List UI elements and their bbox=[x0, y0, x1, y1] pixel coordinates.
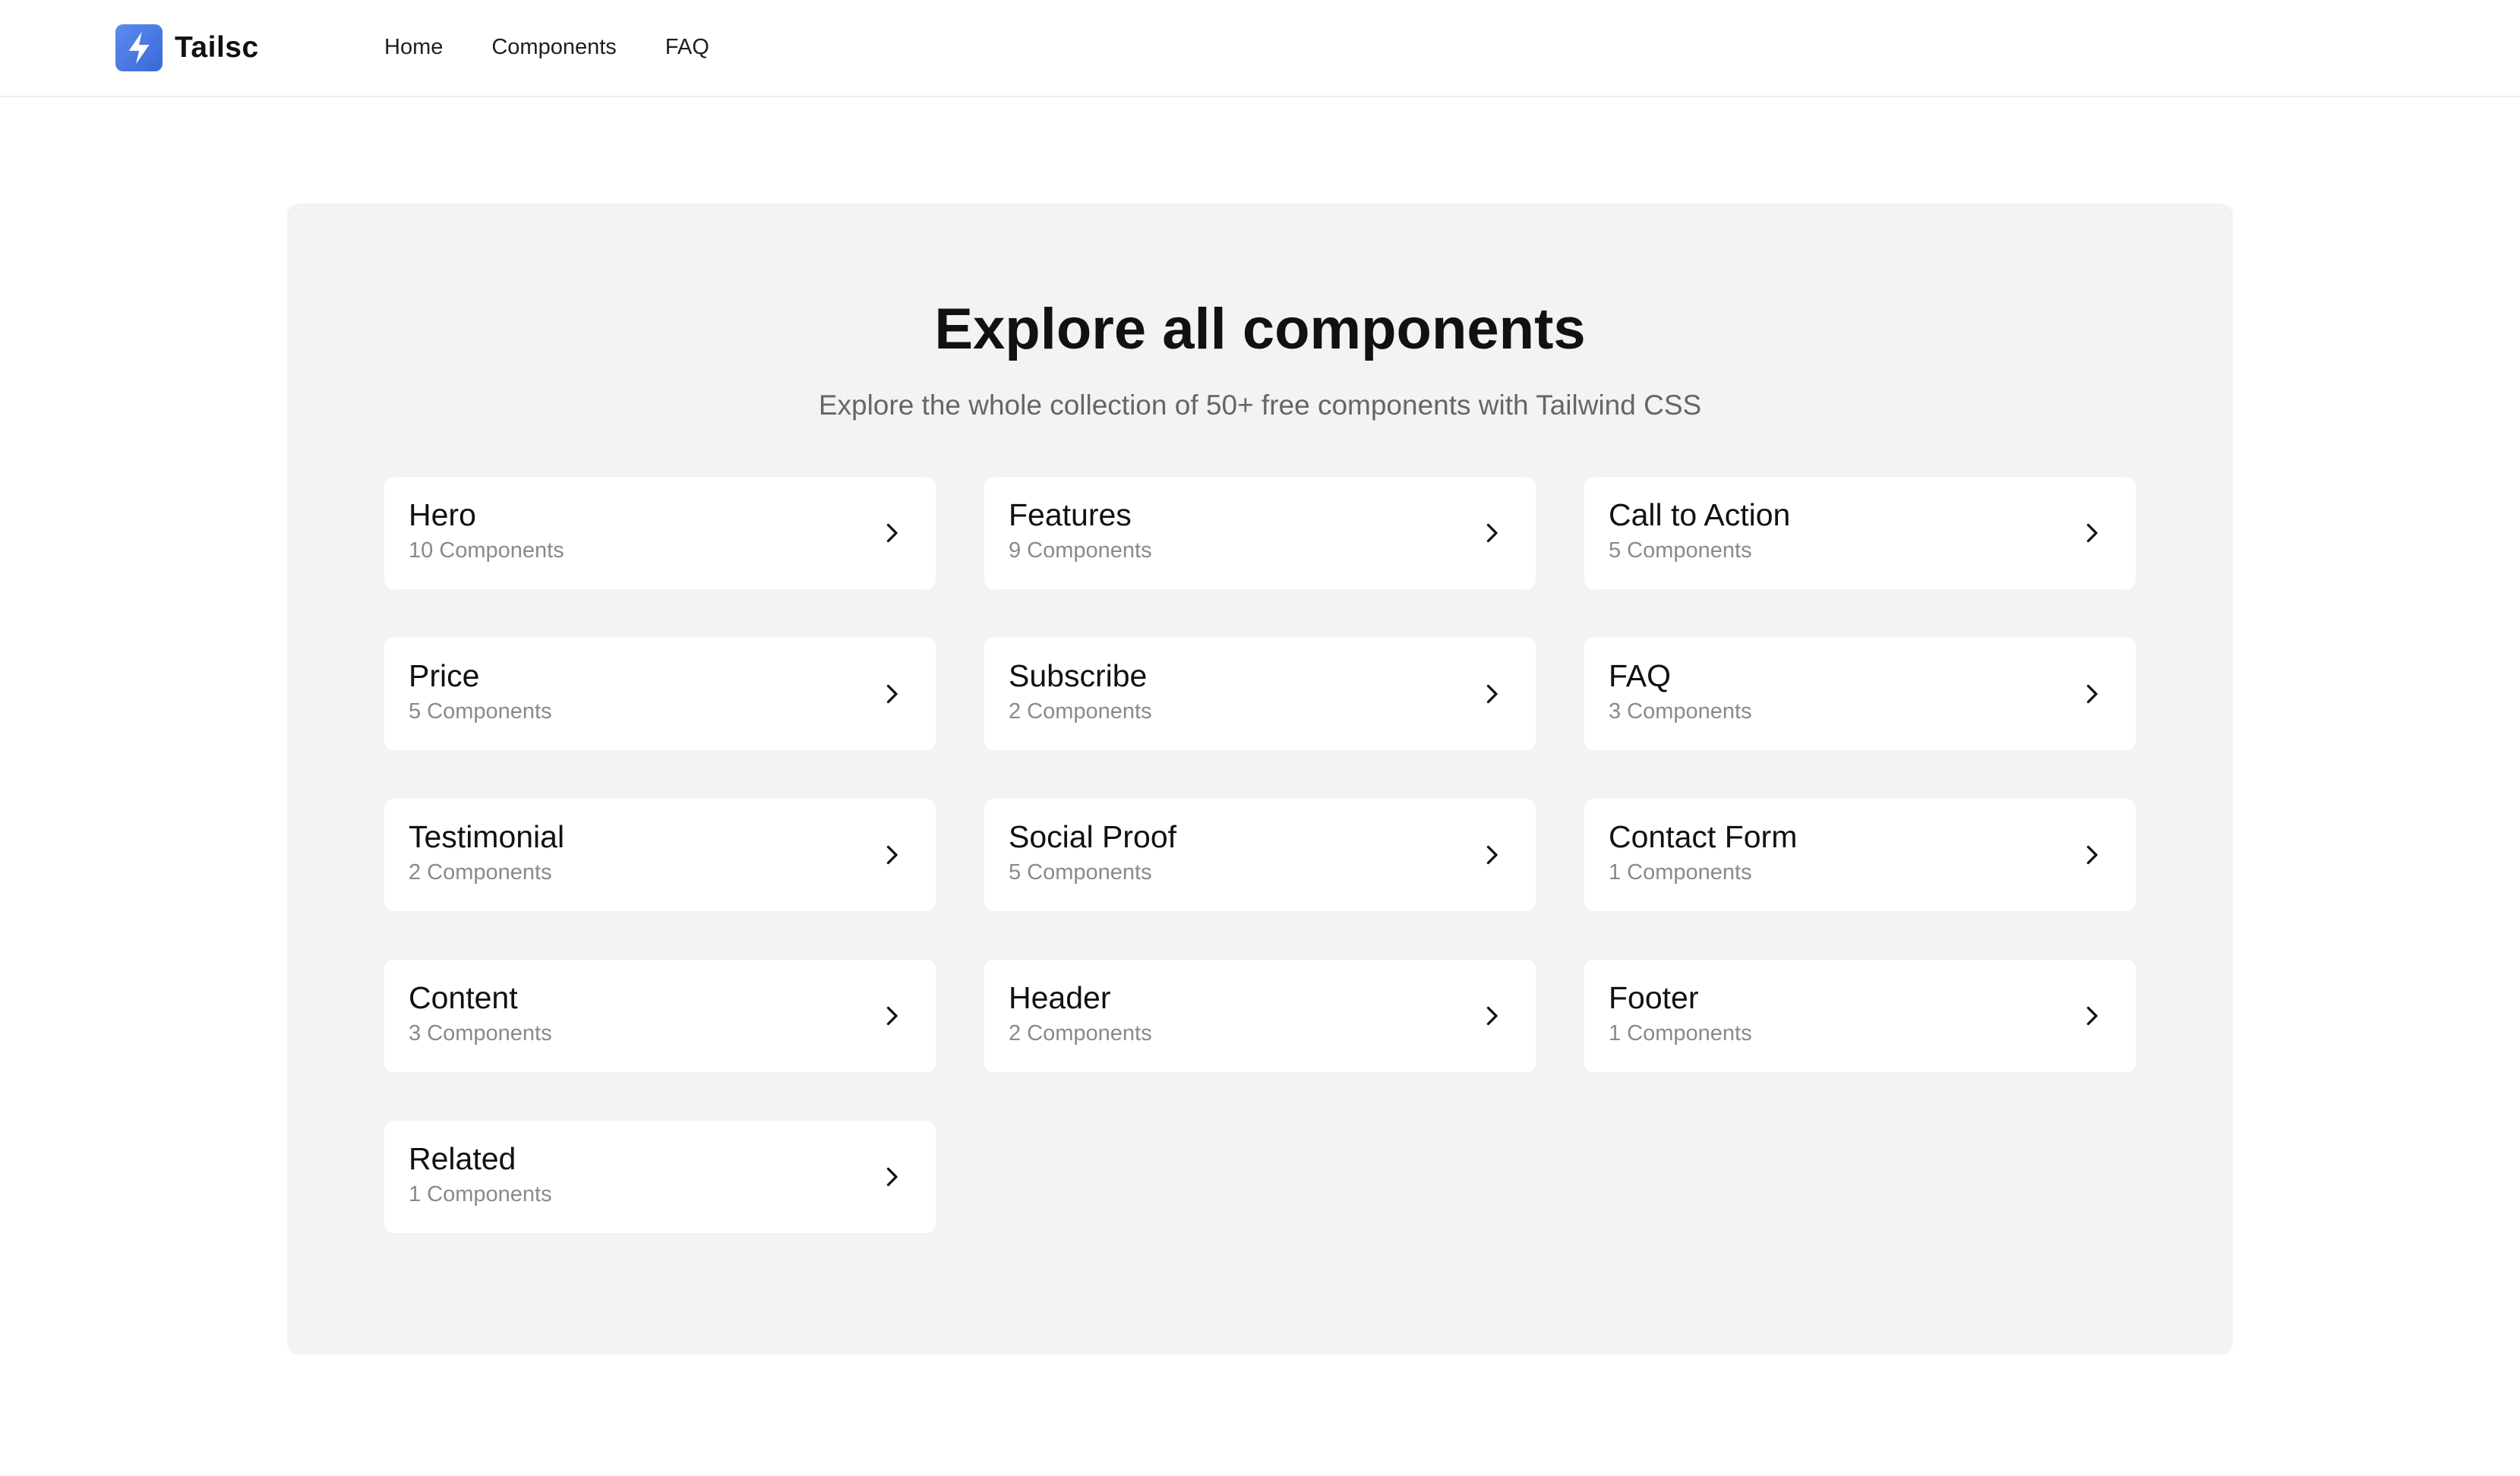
chevron-right-icon bbox=[1478, 841, 1505, 869]
category-title: Header bbox=[1009, 980, 1111, 1015]
chevron-right-icon bbox=[2078, 519, 2105, 547]
category-title: Related bbox=[409, 1141, 516, 1176]
category-title: Features bbox=[1009, 497, 1132, 532]
category-card-content[interactable]: Content 3 Components bbox=[384, 960, 936, 1072]
category-card-social-proof[interactable]: Social Proof 5 Components bbox=[984, 799, 1536, 911]
category-count: 3 Components bbox=[409, 1021, 552, 1046]
chevron-right-icon bbox=[2078, 680, 2105, 708]
chevron-right-icon bbox=[878, 680, 905, 708]
chevron-right-icon bbox=[1478, 680, 1505, 708]
category-count: 9 Components bbox=[1009, 538, 1152, 563]
category-count: 5 Components bbox=[409, 699, 552, 724]
category-count: 5 Components bbox=[1609, 538, 1752, 563]
category-grid: Hero 10 Components Features 9 Components Cal… bbox=[384, 477, 2136, 1233]
category-count: 10 Components bbox=[409, 538, 564, 563]
chevron-right-icon bbox=[878, 1002, 905, 1030]
nav-faq[interactable]: FAQ bbox=[665, 30, 709, 64]
category-count: 1 Components bbox=[1609, 860, 1752, 885]
category-card-testimonial[interactable]: Testimonial 2 Components bbox=[384, 799, 936, 911]
lightning-bolt-icon bbox=[115, 24, 163, 71]
category-title: Price bbox=[409, 658, 480, 693]
chevron-right-icon bbox=[878, 519, 905, 547]
category-card-related[interactable]: Related 1 Components bbox=[384, 1121, 936, 1233]
chevron-right-icon bbox=[1478, 1002, 1505, 1030]
category-card-footer[interactable]: Footer 1 Components bbox=[1584, 960, 2136, 1072]
category-card-faq[interactable]: FAQ 3 Components bbox=[1584, 638, 2136, 750]
chevron-right-icon bbox=[2078, 841, 2105, 869]
category-count: 1 Components bbox=[409, 1182, 552, 1206]
category-card-header[interactable]: Header 2 Components bbox=[984, 960, 1536, 1072]
category-title: FAQ bbox=[1609, 658, 1672, 693]
category-count: 3 Components bbox=[1609, 699, 1752, 724]
components-panel: Explore all components Explore the whole… bbox=[287, 203, 2233, 1355]
category-title: Footer bbox=[1609, 980, 1699, 1015]
category-card-subscribe[interactable]: Subscribe 2 Components bbox=[984, 638, 1536, 750]
chevron-right-icon bbox=[2078, 1002, 2105, 1030]
page-title: Explore all components bbox=[934, 297, 1586, 361]
category-count: 2 Components bbox=[1009, 1021, 1152, 1046]
category-title: Contact Form bbox=[1609, 819, 1798, 854]
chevron-right-icon bbox=[1478, 519, 1505, 547]
category-card-features[interactable]: Features 9 Components bbox=[984, 477, 1536, 589]
category-title: Call to Action bbox=[1609, 497, 1791, 532]
nav-home[interactable]: Home bbox=[384, 30, 443, 64]
category-card-price[interactable]: Price 5 Components bbox=[384, 638, 936, 750]
category-title: Subscribe bbox=[1009, 658, 1148, 693]
chevron-right-icon bbox=[878, 1163, 905, 1191]
category-title: Social Proof bbox=[1009, 819, 1177, 854]
chevron-right-icon bbox=[878, 841, 905, 869]
category-card-contact-form[interactable]: Contact Form 1 Components bbox=[1584, 799, 2136, 911]
category-title: Hero bbox=[409, 497, 476, 532]
nav-components[interactable]: Components bbox=[491, 30, 616, 64]
category-card-hero[interactable]: Hero 10 Components bbox=[384, 477, 936, 589]
category-card-call-to-action[interactable]: Call to Action 5 Components bbox=[1584, 477, 2136, 589]
category-title: Testimonial bbox=[409, 819, 565, 854]
page-subtitle: Explore the whole collection of 50+ free… bbox=[818, 390, 1702, 421]
category-count: 5 Components bbox=[1009, 860, 1152, 885]
top-navigation-bar: Tailsc Home Components FAQ bbox=[0, 0, 2520, 97]
category-title: Content bbox=[409, 980, 518, 1015]
category-count: 1 Components bbox=[1609, 1021, 1752, 1046]
main-nav: Home Components FAQ bbox=[384, 30, 709, 64]
logo-text: Tailsc bbox=[175, 31, 259, 64]
category-count: 2 Components bbox=[409, 860, 552, 885]
category-count: 2 Components bbox=[1009, 699, 1152, 724]
logo-link[interactable]: Tailsc bbox=[115, 24, 259, 72]
